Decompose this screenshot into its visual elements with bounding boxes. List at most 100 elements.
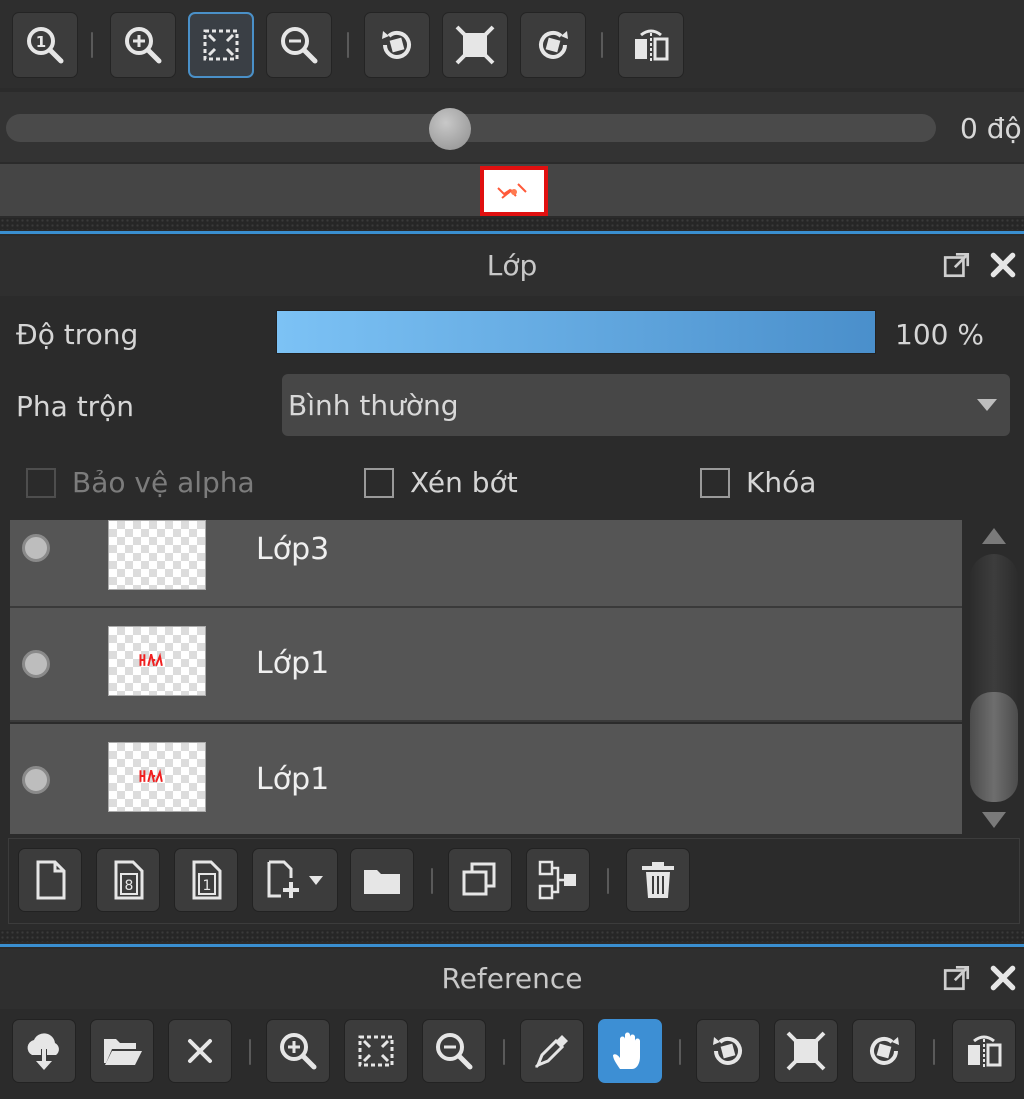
merge-layer-button[interactable] <box>526 848 590 912</box>
toolbar-separator <box>933 1039 935 1065</box>
popout-icon[interactable] <box>942 250 972 280</box>
rotate-left-button[interactable] <box>364 12 430 78</box>
ref-reset-view-button[interactable] <box>774 1019 838 1083</box>
toolbar-separator <box>601 32 603 58</box>
toolbar-separator <box>503 1039 505 1065</box>
layer-list-scrollbar[interactable] <box>966 520 1022 834</box>
layer-row[interactable]: Lớp1 <box>10 608 962 722</box>
navigator-toolbar: 1 <box>0 0 1024 88</box>
opacity-bar[interactable] <box>276 310 876 354</box>
layer-visibility-toggle[interactable] <box>22 766 50 794</box>
new-layer-button[interactable] <box>18 848 82 912</box>
load-reference-button[interactable] <box>12 1019 76 1083</box>
cloud-download-icon <box>27 1033 59 1070</box>
add-layer-dropdown-icon <box>267 860 323 898</box>
blend-mode-value: Bình thường <box>288 389 459 422</box>
add-layer-menu-button[interactable] <box>252 848 338 912</box>
ref-eyedropper-button[interactable] <box>520 1019 584 1083</box>
rotation-slider-row: 0 độ <box>0 92 1024 162</box>
layer-name: Lớp1 <box>256 762 330 797</box>
toolbar-separator <box>91 32 93 58</box>
ref-rotate-right-button[interactable] <box>852 1019 916 1083</box>
ref-zoom-in-button[interactable] <box>266 1019 330 1083</box>
opacity-bar-fill <box>277 311 875 353</box>
reset-view-button[interactable] <box>442 12 508 78</box>
ref-flip-button[interactable] <box>952 1019 1016 1083</box>
navigator-thumbnail <box>497 183 527 199</box>
new-page-icon <box>36 860 66 900</box>
layer-content-mark <box>139 652 163 667</box>
fit-screen-icon <box>203 29 239 61</box>
opacity-label: Độ trong <box>16 318 139 351</box>
merge-icon <box>538 860 576 900</box>
layer-row[interactable]: Lớp1 <box>10 724 962 834</box>
zoom-in-icon <box>280 1033 317 1070</box>
protect-alpha-checkbox[interactable] <box>26 468 56 498</box>
ref-fit-button[interactable] <box>344 1019 408 1083</box>
open-reference-button[interactable] <box>90 1019 154 1083</box>
trash-icon <box>642 862 674 898</box>
reference-toolbar <box>0 1009 1024 1099</box>
scrollbar-thumb[interactable] <box>970 692 1018 802</box>
svg-text:1: 1 <box>203 878 212 894</box>
toolbar-separator <box>431 868 433 894</box>
rotate-left-icon <box>382 30 411 59</box>
layer-8bit-icon: 8 <box>114 860 144 900</box>
actual-size-button[interactable]: 1 <box>12 12 78 78</box>
rotation-slider-handle[interactable] <box>429 108 471 150</box>
close-icon[interactable] <box>988 250 1018 280</box>
ref-hand-button[interactable] <box>598 1019 662 1083</box>
ref-rotate-left-button[interactable] <box>696 1019 760 1083</box>
rotation-slider-track[interactable] <box>6 114 936 142</box>
svg-text:8: 8 <box>125 878 134 894</box>
navigator-view-rectangle[interactable] <box>480 166 548 216</box>
reference-panel-header: Reference <box>0 949 1024 1009</box>
blend-label: Pha trộn <box>16 390 135 423</box>
lock-checkbox[interactable] <box>700 468 730 498</box>
close-reference-button[interactable] <box>168 1019 232 1083</box>
delete-layer-button[interactable] <box>626 848 690 912</box>
new-1bit-layer-button[interactable]: 1 <box>174 848 238 912</box>
blend-mode-select[interactable]: Bình thường <box>282 374 1010 436</box>
ref-zoom-out-button[interactable] <box>422 1019 486 1083</box>
layer-thumbnail <box>108 742 206 812</box>
panel-grip[interactable] <box>0 218 1024 230</box>
scroll-down-arrow-icon[interactable] <box>982 812 1006 828</box>
eyedropper-icon <box>534 1035 568 1069</box>
layers-panel-title: Lớp <box>486 249 538 282</box>
layer-name: Lớp3 <box>256 532 330 567</box>
layer-row[interactable]: Lớp3 <box>10 520 962 608</box>
scroll-up-arrow-icon[interactable] <box>982 528 1006 544</box>
clip-checkbox[interactable] <box>364 468 394 498</box>
zoom-in-button[interactable] <box>110 12 176 78</box>
layer-visibility-toggle[interactable] <box>22 534 50 562</box>
layer-name: Lớp1 <box>256 646 330 681</box>
toolbar-separator <box>679 1039 681 1065</box>
layer-content-mark <box>139 768 163 783</box>
hand-icon <box>613 1032 640 1069</box>
layer-thumbnail <box>108 626 206 696</box>
rotate-right-icon <box>870 1036 899 1065</box>
new-8bit-layer-button[interactable]: 8 <box>96 848 160 912</box>
duplicate-icon <box>462 862 496 896</box>
toolbar-separator <box>347 32 349 58</box>
rotate-right-button[interactable] <box>520 12 586 78</box>
reset-view-icon <box>786 1031 826 1071</box>
panel-grip[interactable] <box>0 930 1024 942</box>
protect-alpha-label: Bảo vệ alpha <box>72 466 255 499</box>
close-icon <box>188 1039 212 1063</box>
zoom-out-button[interactable] <box>266 12 332 78</box>
layer-list: Lớp3 Lớp1 Lớp1 <box>0 518 964 834</box>
navigator-preview <box>0 164 1024 216</box>
popout-icon[interactable] <box>942 963 972 993</box>
fit-window-button[interactable] <box>188 12 254 78</box>
zoom-actual-icon: 1 <box>27 27 64 64</box>
chevron-down-icon <box>977 399 997 411</box>
layer-visibility-toggle[interactable] <box>22 650 50 678</box>
reference-panel-top-border <box>0 944 1024 947</box>
flip-button[interactable] <box>618 12 684 78</box>
close-icon[interactable] <box>988 963 1018 993</box>
new-folder-button[interactable] <box>350 848 414 912</box>
duplicate-layer-button[interactable] <box>448 848 512 912</box>
layers-panel-top-border <box>0 231 1024 234</box>
